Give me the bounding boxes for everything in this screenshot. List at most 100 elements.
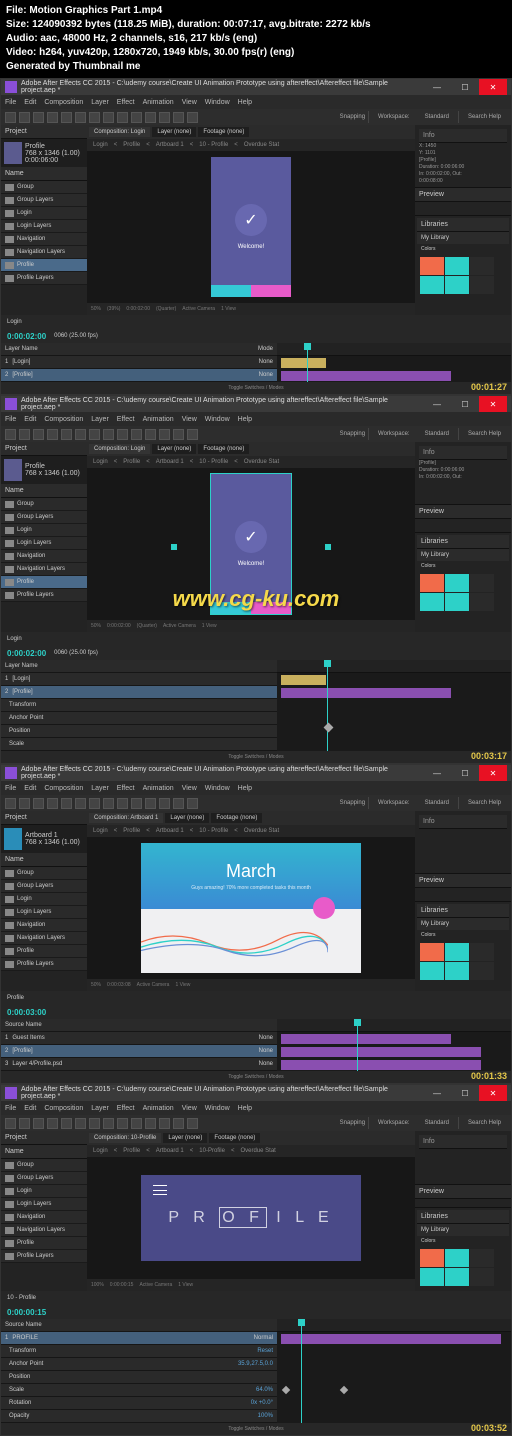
menu-effect[interactable]: Effect (117, 99, 135, 106)
item-dur: 0:00:06:00 (25, 157, 80, 164)
camera-tool[interactable] (61, 112, 72, 123)
tool-bar: Snapping Workspace: Standard Search Help (1, 109, 511, 125)
menu-window[interactable]: Window (205, 99, 230, 106)
folder[interactable]: Login (1, 207, 87, 220)
screenshot-2: Adobe After Effects CC 2015 - C:\udemy c… (0, 395, 512, 764)
close-button[interactable]: ✕ (479, 79, 507, 95)
layer-row[interactable]: 2[Profile]None (1, 369, 277, 382)
timecode[interactable]: 0:00:02:00 (7, 332, 46, 341)
menu-bar: File Edit Composition Layer Effect Anima… (1, 95, 511, 109)
timeline-area[interactable] (277, 343, 511, 382)
menu-help[interactable]: Help (238, 99, 252, 106)
crumb[interactable]: Profile (123, 142, 140, 148)
window-titlebar: Adobe After Effects CC 2015 - C:\udemy c… (1, 79, 511, 95)
crumb[interactable]: Login (93, 142, 108, 148)
crumb[interactable]: 10 - Profile (199, 142, 228, 148)
menu-edit[interactable]: Edit (24, 99, 36, 106)
minimize-button[interactable]: — (423, 79, 451, 95)
screenshot-3: Adobe After Effects CC 2015 - C:\udemy c… (0, 764, 512, 1084)
transform-handle (171, 544, 177, 550)
info-panel: Info X: 1450 Y: 1101 [Profile] Duration:… (415, 125, 511, 187)
folder-icon (5, 249, 14, 256)
folder[interactable]: Login Layers (1, 220, 87, 233)
roto-tool[interactable] (173, 112, 184, 123)
hamburger-icon (153, 1185, 167, 1195)
snapping-label[interactable]: Snapping (340, 114, 365, 120)
swatch[interactable] (470, 257, 494, 275)
tab-layer[interactable]: Layer (none) (152, 127, 196, 137)
swatch[interactable] (445, 276, 469, 294)
pen-tool[interactable] (103, 112, 114, 123)
search-help[interactable]: Search Help (468, 114, 501, 120)
selection-tool[interactable] (5, 112, 16, 123)
info-name: [Profile] (419, 157, 507, 164)
folder-icon (5, 236, 14, 243)
menu-file[interactable]: File (5, 99, 16, 106)
screenshot-4: Adobe After Effects CC 2015 - C:\udemy c… (0, 1084, 512, 1436)
folder[interactable]: Group (1, 181, 87, 194)
tl-tab[interactable]: Login (7, 319, 22, 325)
swatch[interactable] (445, 257, 469, 275)
resolution[interactable]: (Quarter) (156, 306, 176, 312)
folder-icon (5, 223, 14, 230)
zoom[interactable]: 50% (91, 306, 101, 312)
brush-tool[interactable] (131, 112, 142, 123)
camera[interactable]: Active Camera (182, 306, 215, 312)
playhead[interactable] (307, 343, 308, 382)
profile-title: P R O F I L E (168, 1209, 333, 1227)
libraries-panel: Libraries My Library Colors (415, 215, 511, 315)
anchor-tool[interactable] (75, 112, 86, 123)
zoom-tool[interactable] (33, 112, 44, 123)
info-dur: Duration: 0:00:06:00 (419, 164, 507, 171)
check-icon: ✓ (235, 204, 267, 236)
app-icon (5, 81, 17, 93)
hand-tool[interactable] (19, 112, 30, 123)
tab-comp[interactable]: Composition: Login (89, 127, 150, 137)
project-selected-item[interactable]: Profile 768 x 1346 (1.00) 0:00:06:00 (1, 139, 87, 167)
folder[interactable]: Navigation (1, 233, 87, 246)
preview-title: Preview (415, 188, 511, 202)
clone-tool[interactable] (145, 112, 156, 123)
crumb[interactable]: Overdue Stat (244, 142, 279, 148)
views[interactable]: 1 View (221, 306, 236, 312)
menu-view[interactable]: View (182, 99, 197, 106)
folder[interactable]: Profile Layers (1, 272, 87, 285)
text-tool[interactable] (117, 112, 128, 123)
project-panel-title: Project (1, 125, 87, 139)
shape-tool[interactable] (89, 112, 100, 123)
swatch[interactable] (470, 276, 494, 294)
color-swatches (417, 254, 509, 297)
maximize-button[interactable]: ☐ (451, 79, 479, 95)
item-thumbnail (4, 142, 22, 164)
eraser-tool[interactable] (159, 112, 170, 123)
menu-animation[interactable]: Animation (143, 99, 174, 106)
menu-layer[interactable]: Layer (91, 99, 109, 106)
library-select[interactable]: My Library (417, 232, 509, 244)
keyframe-icon (324, 723, 334, 733)
folder[interactable]: Profile (1, 259, 87, 272)
layer-row[interactable]: 1[Login]None (1, 356, 277, 369)
swatch[interactable] (420, 276, 444, 294)
folder-icon (5, 210, 14, 217)
crumb[interactable]: Artboard 1 (156, 142, 184, 148)
meta-l1: File: Motion Graphics Part 1.mp4 (6, 4, 506, 18)
rotate-tool[interactable] (47, 112, 58, 123)
folder[interactable]: Group Layers (1, 194, 87, 207)
transform-handle (325, 544, 331, 550)
item-dims: 768 x 1346 (1.00) (25, 150, 80, 157)
workspace-value[interactable]: Standard (425, 114, 449, 120)
current-time[interactable]: 0:00:02:00 (126, 306, 150, 312)
right-panels: Info X: 1450 Y: 1101 [Profile] Duration:… (415, 125, 511, 315)
comp-viewer[interactable]: ✓ Welcome! (87, 151, 415, 303)
puppet-tool[interactable] (187, 112, 198, 123)
tab-footage[interactable]: Footage (none) (198, 127, 249, 137)
thumbnail-timestamp: 00:01:27 (471, 382, 507, 392)
frame-info: 0060 (25.00 fps) (54, 333, 98, 339)
swatch[interactable] (420, 257, 444, 275)
comp-tabs: Composition: Login Layer (none) Footage … (87, 125, 415, 139)
toggle-switches[interactable]: Toggle Switches / Modes (1, 382, 511, 394)
meta-l2: Size: 124090392 bytes (118.25 MiB), dura… (6, 18, 506, 32)
folder[interactable]: Navigation Layers (1, 246, 87, 259)
folder-icon (5, 197, 14, 204)
menu-composition[interactable]: Composition (44, 99, 83, 106)
